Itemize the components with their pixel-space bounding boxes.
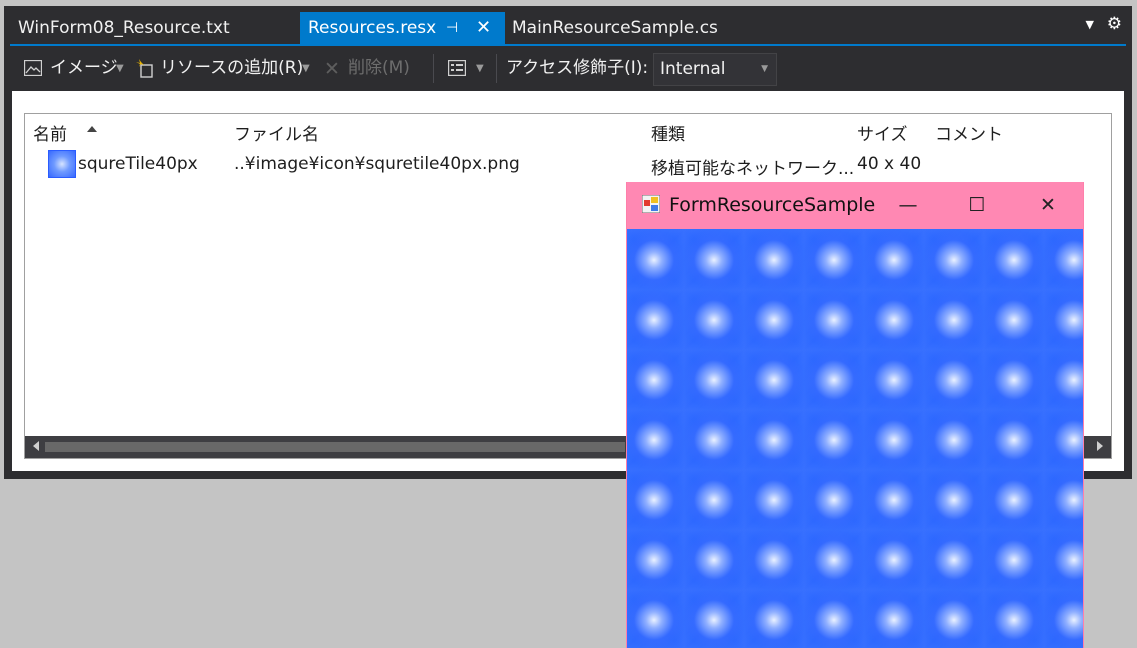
resource-type-cell: 移植可能なネットワーク... xyxy=(651,159,855,179)
chevron-down-icon[interactable]: ▼ xyxy=(302,46,310,91)
sort-ascending-icon xyxy=(87,126,97,132)
chevron-down-icon[interactable]: ▼ xyxy=(1086,18,1094,31)
form-resource-sample-window: FormResourceSample — ☐ ✕ xyxy=(626,182,1084,648)
add-resource-button[interactable]: リソースの追加(R) xyxy=(160,46,303,91)
scrollbar-thumb[interactable] xyxy=(45,442,625,452)
column-header-comment[interactable]: コメント xyxy=(935,120,1003,145)
tab-mainresourcesample-cs[interactable]: MainResourceSample.cs xyxy=(506,12,766,44)
tab-label: MainResourceSample.cs xyxy=(512,18,718,38)
access-modifier-label: アクセス修飾子(I): xyxy=(506,58,649,78)
form-titlebar[interactable]: FormResourceSample — ☐ ✕ xyxy=(627,182,1083,229)
tab-label: WinForm08_Resource.txt xyxy=(18,18,230,38)
scroll-right-icon[interactable] xyxy=(1097,441,1103,451)
chevron-down-icon: ▼ xyxy=(761,64,768,74)
delete-resource-button[interactable]: 削除(M) xyxy=(348,46,410,91)
image-icon[interactable] xyxy=(24,60,42,76)
form-title: FormResourceSample xyxy=(669,194,876,216)
resource-size-cell: 40 x 40 xyxy=(857,154,922,174)
tiled-background-area xyxy=(627,229,1083,648)
gear-icon[interactable]: ⚙ xyxy=(1107,14,1122,34)
close-icon[interactable]: ✕ xyxy=(476,12,491,44)
resource-filename-cell: ..¥image¥icon¥squretile40px.png xyxy=(234,154,520,174)
tab-resources-resx[interactable]: Resources.resx ⊣ ✕ xyxy=(300,12,505,44)
column-header-filename[interactable]: ファイル名 xyxy=(234,120,319,145)
column-header-name[interactable]: 名前 xyxy=(33,120,67,145)
view-list-icon[interactable] xyxy=(448,60,466,76)
tab-label: Resources.resx xyxy=(308,18,437,38)
image-category-button[interactable]: イメージ xyxy=(50,46,118,91)
form-app-icon xyxy=(642,195,660,213)
add-resource-icon[interactable] xyxy=(136,58,154,78)
chevron-down-icon[interactable]: ▼ xyxy=(116,46,124,91)
document-tab-strip: WinForm08_Resource.txt Resources.resx ⊣ … xyxy=(4,6,1132,44)
resource-name-cell[interactable]: squreTile40px xyxy=(78,154,198,174)
resource-thumbnail[interactable] xyxy=(48,150,76,178)
toolbar-separator xyxy=(496,54,497,83)
pin-icon[interactable]: ⊣ xyxy=(446,12,458,44)
minimize-button[interactable]: — xyxy=(885,182,931,229)
tab-winform08-resource-txt[interactable]: WinForm08_Resource.txt xyxy=(10,12,300,44)
maximize-button[interactable]: ☐ xyxy=(954,182,1000,229)
access-modifier-value: Internal xyxy=(660,59,726,79)
delete-icon: ✕ xyxy=(324,58,340,80)
column-header-type[interactable]: 種類 xyxy=(651,120,685,145)
access-modifier-dropdown[interactable]: Internal ▼ xyxy=(653,53,777,86)
column-header-size[interactable]: サイズ xyxy=(857,120,908,145)
toolbar-separator xyxy=(433,54,434,83)
scroll-left-icon[interactable] xyxy=(33,441,39,451)
resource-editor-toolbar: イメージ ▼ リソースの追加(R) ▼ ✕ 削除(M) ▼ アクセス修飾子(I)… xyxy=(4,46,1132,91)
close-button[interactable]: ✕ xyxy=(1025,182,1071,229)
chevron-down-icon[interactable]: ▼ xyxy=(476,46,484,91)
